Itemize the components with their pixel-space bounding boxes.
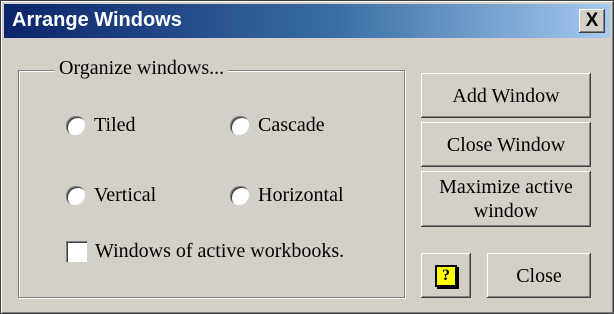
title-bar[interactable]: Arrange Windows X	[4, 4, 610, 38]
radio-label: Horizontal	[258, 184, 344, 206]
radio-vertical[interactable]: Vertical	[66, 184, 156, 207]
radio-horizontal[interactable]: Horizontal	[230, 184, 344, 207]
radio-cascade[interactable]: Cascade	[230, 114, 325, 137]
radio-label: Vertical	[94, 184, 157, 206]
radio-button-icon[interactable]	[230, 185, 250, 206]
radio-tiled[interactable]: Tiled	[66, 114, 136, 137]
checkbox-label: Windows of active workbooks.	[95, 240, 345, 262]
close-button[interactable]: Close	[487, 253, 591, 298]
close-window-button[interactable]: Close Window	[421, 122, 591, 167]
checkbox-box[interactable]	[66, 241, 87, 262]
add-window-button[interactable]: Add Window	[421, 73, 591, 118]
active-workbooks-checkbox[interactable]: Windows of active workbooks.	[66, 240, 344, 263]
radio-label: Tiled	[94, 114, 136, 136]
radio-button-icon[interactable]	[66, 185, 86, 206]
help-button[interactable]: ?	[421, 253, 471, 298]
close-icon: X	[585, 10, 599, 31]
dialog-title: Arrange Windows	[12, 9, 182, 31]
maximize-active-window-button[interactable]: Maximize active window	[421, 171, 591, 227]
radio-label: Cascade	[258, 114, 325, 136]
help-icon: ?	[435, 264, 457, 287]
radio-button-icon[interactable]	[66, 115, 86, 136]
group-legend: Organize windows...	[55, 57, 229, 80]
title-close-button[interactable]: X	[579, 9, 605, 33]
radio-button-icon[interactable]	[230, 115, 250, 136]
